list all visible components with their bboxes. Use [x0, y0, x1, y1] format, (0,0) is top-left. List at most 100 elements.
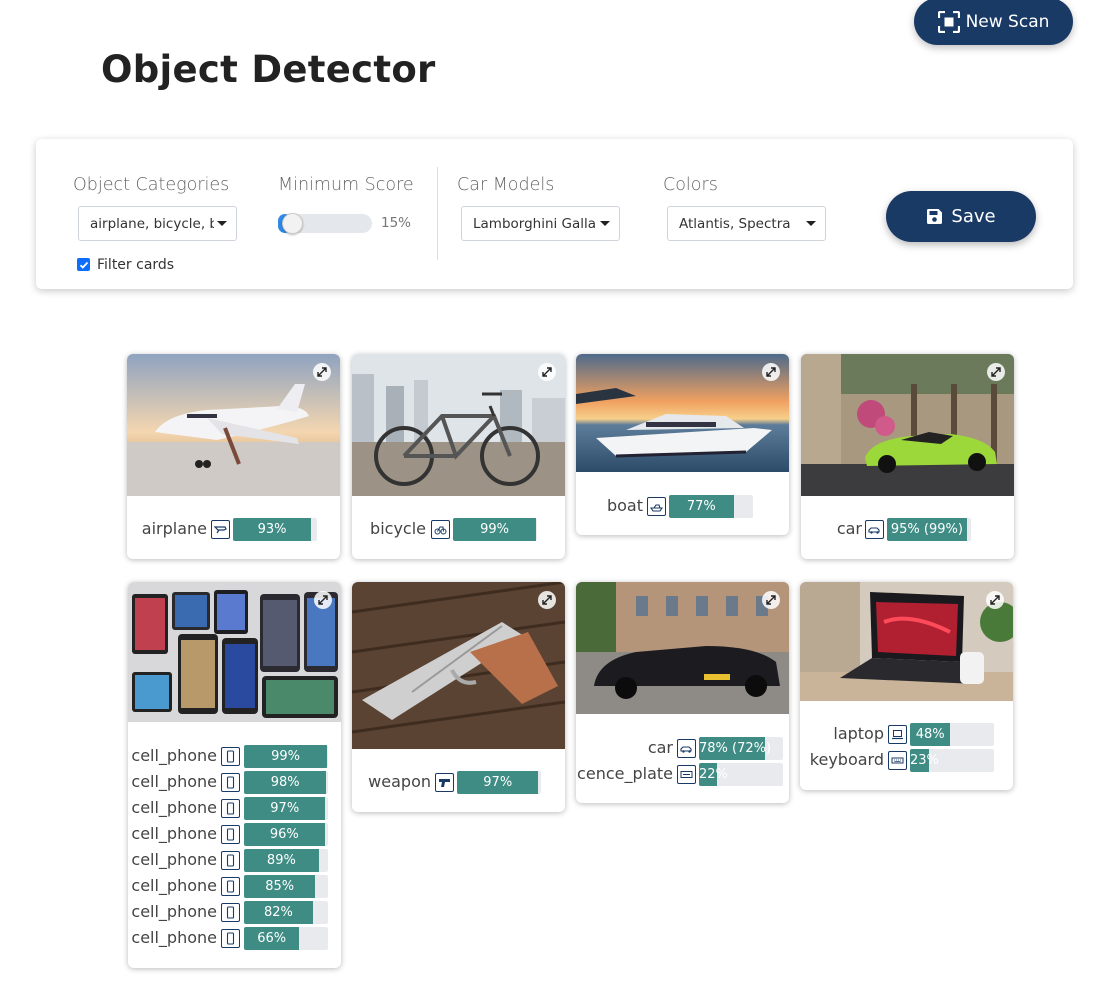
expand-icon[interactable] [762, 363, 780, 381]
caret-down-icon [806, 221, 816, 226]
minimum-score-slider[interactable] [278, 213, 372, 234]
detection-card-boat[interactable]: boat 77% [576, 354, 789, 535]
cell-phone-icon [221, 877, 240, 896]
detection-label: licence_plate [576, 764, 673, 783]
object-categories-label: Object Categories [73, 175, 230, 195]
car-photo [801, 354, 1014, 496]
score-bar: 98% [244, 771, 328, 794]
detection-row: licence_plate 22% [576, 763, 789, 786]
airplane-icon [211, 520, 230, 539]
detection-label: keyboard [809, 750, 884, 769]
score-text: 23% [910, 753, 939, 768]
licence-plate-icon [677, 765, 696, 784]
divider [437, 167, 438, 260]
score-text: 97% [270, 801, 300, 816]
new-scan-button[interactable]: New Scan [914, 0, 1073, 45]
bicycle-icon [431, 520, 450, 539]
score-text: 85% [265, 879, 295, 894]
score-bar: 95% (99%) [887, 518, 971, 541]
detection-label: car [836, 519, 862, 538]
detection-label: cell_phone [131, 772, 217, 791]
keyboard-icon [888, 751, 907, 770]
page-title: Object Detector [101, 48, 436, 91]
car-models-label: Car Models [457, 175, 555, 195]
score-bar: 82% [244, 901, 328, 924]
score-bar: 22% [699, 763, 783, 786]
detection-row: cell_phone 99% [128, 745, 341, 768]
score-text: 93% [257, 522, 287, 537]
detection-label: cell_phone [131, 902, 217, 921]
cell-phone-icon [221, 903, 240, 922]
bentley-car-photo [576, 582, 789, 714]
detection-row: laptop 48% [800, 723, 1013, 746]
detection-label: cell_phone [131, 746, 217, 765]
detection-row: weapon 97% [352, 771, 565, 794]
score-text: 96% [269, 827, 299, 842]
cell-phone-icon [221, 773, 240, 792]
score-bar: 48% [910, 723, 994, 746]
expand-icon[interactable] [986, 591, 1004, 609]
boat-icon [647, 497, 666, 516]
detection-card-bicycle[interactable]: bicycle 99% [352, 354, 565, 559]
score-text: 89% [266, 853, 296, 868]
car-models-dropdown[interactable]: Lamborghini Gallar [461, 206, 620, 241]
boat-photo [576, 354, 789, 472]
expand-icon[interactable] [987, 363, 1005, 381]
detection-row: car 95% (99%) [801, 518, 1014, 541]
pistol-photo [352, 582, 565, 749]
score-text: 48% [915, 727, 945, 742]
score-bar: 66% [244, 927, 328, 950]
cell-phone-icon [221, 747, 240, 766]
detection-card-bentley[interactable]: car 78% (72%) licence_plate 22% [576, 582, 789, 803]
detection-card-car[interactable]: car 95% (99%) [801, 354, 1014, 559]
colors-dropdown[interactable]: Atlantis, Spectra [667, 206, 826, 241]
filter-panel: Object Categories airplane, bicycle, b M… [36, 139, 1073, 289]
detection-label: cell_phone [131, 824, 217, 843]
car-icon [865, 520, 884, 539]
detection-row: boat 77% [576, 495, 789, 518]
detection-label: cell_phone [131, 928, 217, 947]
detection-row: airplane 93% [127, 518, 340, 541]
expand-icon[interactable] [313, 363, 331, 381]
score-text: 95% (99%) [890, 522, 963, 537]
detection-row: bicycle 99% [352, 518, 565, 541]
score-text: 82% [263, 905, 293, 920]
detection-row: cell_phone 98% [128, 771, 341, 794]
expand-icon[interactable] [538, 591, 556, 609]
airplane-photo [127, 354, 340, 496]
bicycle-photo [352, 354, 565, 496]
cell-phone-icon [221, 825, 240, 844]
score-text: 77% [686, 499, 716, 514]
object-categories-dropdown[interactable]: airplane, bicycle, b [78, 206, 237, 241]
score-bar: 97% [457, 771, 541, 794]
detection-label: cell_phone [131, 850, 217, 869]
expand-icon[interactable] [314, 591, 332, 609]
car-models-value: Lamborghini Gallar [473, 215, 597, 232]
cell-phones-photo [128, 582, 341, 722]
new-scan-label: New Scan [965, 11, 1050, 32]
floppy-disk-icon [927, 209, 943, 224]
cell-phone-icon [221, 851, 240, 870]
expand-icon[interactable] [762, 591, 780, 609]
score-text: 66% [257, 931, 287, 946]
detection-card-weapon[interactable]: weapon 97% [352, 582, 565, 812]
detection-card-airplane[interactable]: airplane 93% [127, 354, 340, 559]
caret-down-icon [600, 221, 610, 226]
detection-card-cell-phones[interactable]: cell_phone 99% cell_phone 98% cell_phone… [128, 582, 341, 968]
score-bar: 97% [244, 797, 328, 820]
expand-icon[interactable] [538, 363, 556, 381]
filter-cards-checkbox[interactable] [77, 258, 90, 271]
detection-row: cell_phone 96% [128, 823, 341, 846]
detection-label: boat [606, 496, 643, 515]
score-bar: 96% [244, 823, 328, 846]
detection-label: cell_phone [131, 798, 217, 817]
detection-label: car [647, 738, 673, 757]
weapon-icon [435, 773, 454, 792]
slider-thumb[interactable] [281, 213, 303, 234]
detection-card-laptop[interactable]: laptop 48% keyboard 23% [800, 582, 1013, 790]
save-button[interactable]: Save [886, 191, 1036, 242]
object-categories-value: airplane, bicycle, b [90, 215, 214, 232]
detection-row: cell_phone 89% [128, 849, 341, 872]
detection-label: weapon [368, 772, 431, 791]
score-bar: 93% [233, 518, 317, 541]
